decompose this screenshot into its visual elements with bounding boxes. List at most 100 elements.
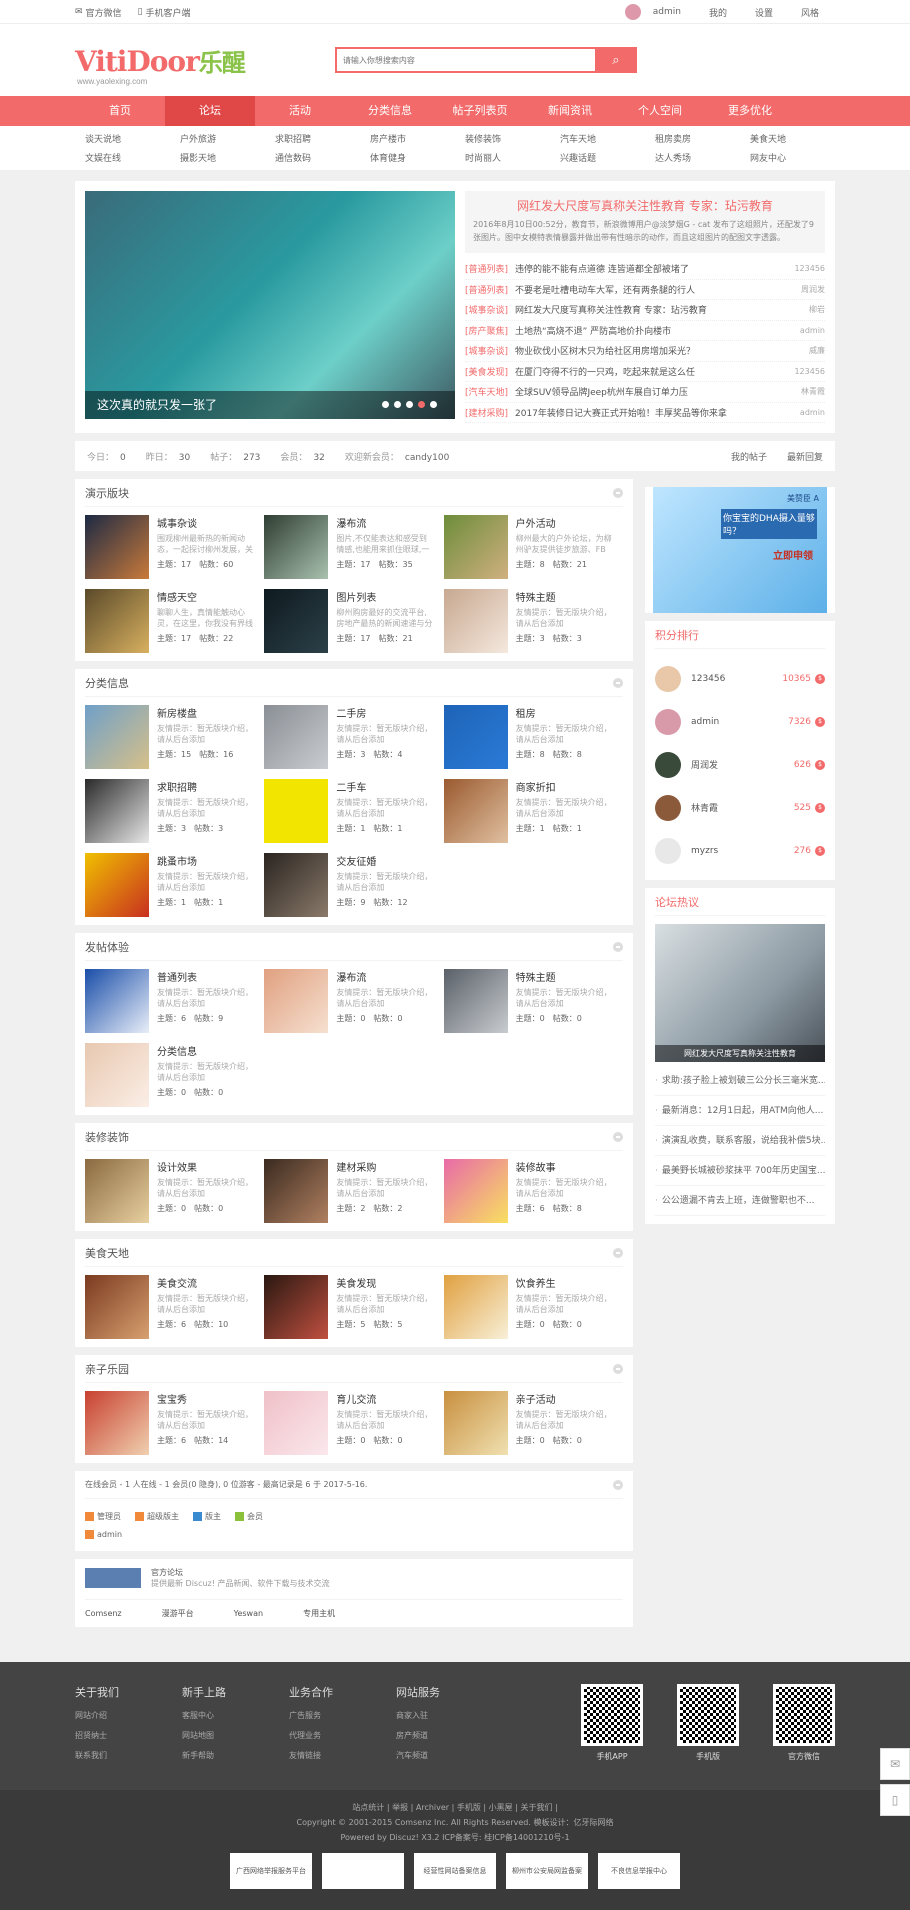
news-item[interactable]: [城事杂谈] 网红发大尺度写真称关注性教育 专家：玷污教育 柳岩 (465, 300, 825, 321)
forum-thumbnail[interactable] (443, 589, 508, 653)
news-category[interactable]: [房产聚焦] (465, 324, 515, 337)
nav-item[interactable]: 分类信息 (345, 96, 435, 126)
forum-name[interactable]: 设计效果 (157, 1159, 255, 1174)
forum-name[interactable]: 图片列表 (336, 589, 434, 604)
forum-name[interactable]: 特殊主题 (516, 589, 614, 604)
rank-item[interactable]: 123456 10365 $ (655, 657, 825, 700)
news-item[interactable]: [美食发现] 在厦门夺得不行的一只鸡，吃起来就是这么任 123456 (465, 362, 825, 382)
news-category[interactable]: [普通列表] (465, 283, 515, 296)
slide-dot[interactable] (382, 401, 389, 408)
cert-badge[interactable]: 柳州市公安局网监备案 (506, 1853, 588, 1889)
friend-link[interactable]: 专用主机 (303, 1608, 335, 1619)
forum-name[interactable]: 普通列表 (157, 969, 255, 984)
online-user[interactable]: admin (97, 1530, 122, 1539)
new-member-link[interactable]: candy100 (405, 453, 449, 463)
rank-item[interactable]: 林青霞 525 $ (655, 786, 825, 829)
friend-link[interactable]: 漫游平台 (162, 1608, 194, 1619)
qr-icon[interactable] (773, 1684, 835, 1746)
rank-name[interactable]: 周润发 (691, 758, 794, 771)
forum-thumbnail[interactable] (85, 1043, 149, 1107)
my-menu[interactable]: 我的 (709, 6, 727, 19)
news-author[interactable]: admin (785, 408, 825, 417)
search-button[interactable]: ⌕ (594, 47, 637, 73)
slideshow[interactable]: 这次真的就只发一张了 (85, 191, 455, 419)
hot-image[interactable]: 网红发大尺度写真称关注性教育 (655, 924, 825, 1062)
collapse-icon[interactable] (613, 1363, 623, 1374)
news-category[interactable]: [普通列表] (465, 262, 515, 275)
forum-thumbnail[interactable] (85, 1159, 149, 1223)
news-title[interactable]: 土地热“高烧不退” 严防高地价扑向楼市 (515, 324, 785, 337)
hot-item[interactable]: 演演乱收费，联系客服，说给我补偿5块... (655, 1126, 825, 1156)
news-title[interactable]: 不要老是吐槽电动车大军，还有两条腿的行人 (515, 283, 785, 296)
subnav-item[interactable]: 时尚丽人 (455, 151, 550, 164)
subnav-item[interactable]: 美食天地 (740, 132, 835, 145)
avatar[interactable] (655, 708, 681, 735)
ad-banner[interactable]: 美赞臣 A 你宝宝的DHA摄入量够吗？ 立即申领 (653, 487, 827, 613)
avatar[interactable] (624, 4, 641, 20)
hot-item[interactable]: 求助:孩子脸上被划破三公分长三毫米宽... (655, 1066, 825, 1096)
subnav-item[interactable]: 兴趣话题 (550, 151, 645, 164)
forum-name[interactable]: 二手车 (336, 779, 434, 794)
cert-badge[interactable] (322, 1853, 404, 1889)
rank-name[interactable]: myzrs (691, 846, 794, 856)
nav-item[interactable]: 论坛 (165, 96, 255, 126)
news-title[interactable]: 网红发大尺度写真称关注性教育 专家：玷污教育 (515, 303, 785, 316)
footer-links[interactable]: 站点统计 | 举报 | Archiver | 手机版 | 小黑屋 | 关于我们 … (0, 1800, 910, 1815)
forum-name[interactable]: 亲子活动 (516, 1391, 614, 1406)
collapse-icon[interactable] (613, 941, 623, 952)
news-category[interactable]: [建材采购] (465, 406, 515, 419)
avatar[interactable] (655, 794, 681, 821)
footer-link[interactable]: 网站地图 (182, 1730, 289, 1741)
subnav-item[interactable]: 户外旅游 (170, 132, 265, 145)
news-item[interactable]: [城事杂谈] 物业砍伐小区树木只为给社区用房增加采光？ 威廉 (465, 341, 825, 362)
hot-item[interactable]: 最新消息：12月1日起，用ATM向他人... (655, 1096, 825, 1126)
news-item[interactable]: [房产聚焦] 土地热“高烧不退” 严防高地价扑向楼市 admin (465, 321, 825, 341)
forum-thumbnail[interactable] (443, 515, 508, 579)
news-category[interactable]: [汽车天地] (465, 385, 515, 398)
hot-item[interactable]: 最美野长城被砂浆抹平 700年历史国宝... (655, 1156, 825, 1186)
my-posts-link[interactable]: 我的帖子 (731, 450, 767, 463)
forum-name[interactable]: 租房 (516, 705, 614, 720)
footer-link[interactable]: 联系我们 (75, 1750, 182, 1761)
hot-item[interactable]: 公公遗漏不肯去上班，连做警职也不... (655, 1186, 825, 1216)
forum-name[interactable]: 建材采购 (336, 1159, 434, 1174)
subnav-item[interactable]: 体育健身 (360, 151, 455, 164)
news-title[interactable]: 2017年装修日记大赛正式开始啦！丰厚奖品等你来拿 (515, 406, 785, 419)
forum-thumbnail[interactable] (85, 515, 149, 579)
mobile-link[interactable]: ▯ 手机客户端 (138, 6, 191, 19)
forum-name[interactable]: 户外活动 (516, 515, 614, 530)
friend-link[interactable]: Comsenz (85, 1609, 122, 1618)
news-author[interactable]: 周润发 (785, 284, 825, 295)
forum-thumbnail[interactable] (85, 589, 149, 653)
footer-link[interactable]: 广告服务 (289, 1710, 396, 1721)
forum-name[interactable]: 育儿交流 (336, 1391, 434, 1406)
search-input[interactable] (334, 47, 595, 73)
forum-thumbnail[interactable] (264, 705, 329, 769)
news-author[interactable]: 123456 (785, 264, 825, 273)
forum-thumbnail[interactable] (264, 1275, 329, 1339)
news-item[interactable]: [汽车天地] 全球SUV领导品牌Jeep杭州车展自订单力压 林青霞 (465, 382, 825, 403)
subnav-item[interactable]: 求职招聘 (265, 132, 360, 145)
nav-item[interactable]: 更多优化 (705, 96, 795, 126)
qr-icon[interactable] (677, 1684, 739, 1746)
subnav-item[interactable]: 网友中心 (740, 151, 835, 164)
subnav-item[interactable]: 汽车天地 (550, 132, 645, 145)
latest-replies-link[interactable]: 最新回复 (787, 450, 823, 463)
forum-name[interactable]: 美食发现 (336, 1275, 434, 1290)
qr-icon[interactable] (581, 1684, 643, 1746)
cert-badge[interactable]: 不良信息举报中心 (598, 1853, 680, 1889)
collapse-icon[interactable] (613, 677, 623, 688)
subnav-item[interactable]: 装修装饰 (455, 132, 550, 145)
avatar[interactable] (655, 837, 681, 864)
subnav-item[interactable]: 文娱在线 (75, 151, 170, 164)
forum-thumbnail[interactable] (85, 705, 149, 769)
forum-thumbnail[interactable] (264, 515, 329, 579)
footer-link[interactable]: 商家入驻 (396, 1710, 503, 1721)
site-logo[interactable]: VitiDoor乐醒 www.yaolexing.com (75, 43, 246, 86)
nav-item[interactable]: 个人空间 (615, 96, 705, 126)
forum-thumbnail[interactable] (264, 589, 329, 653)
subnav-item[interactable]: 房产楼市 (360, 132, 455, 145)
slide-dot[interactable] (394, 401, 401, 408)
footer-link[interactable]: 招贤纳士 (75, 1730, 182, 1741)
footer-link[interactable]: 友情链接 (289, 1750, 396, 1761)
